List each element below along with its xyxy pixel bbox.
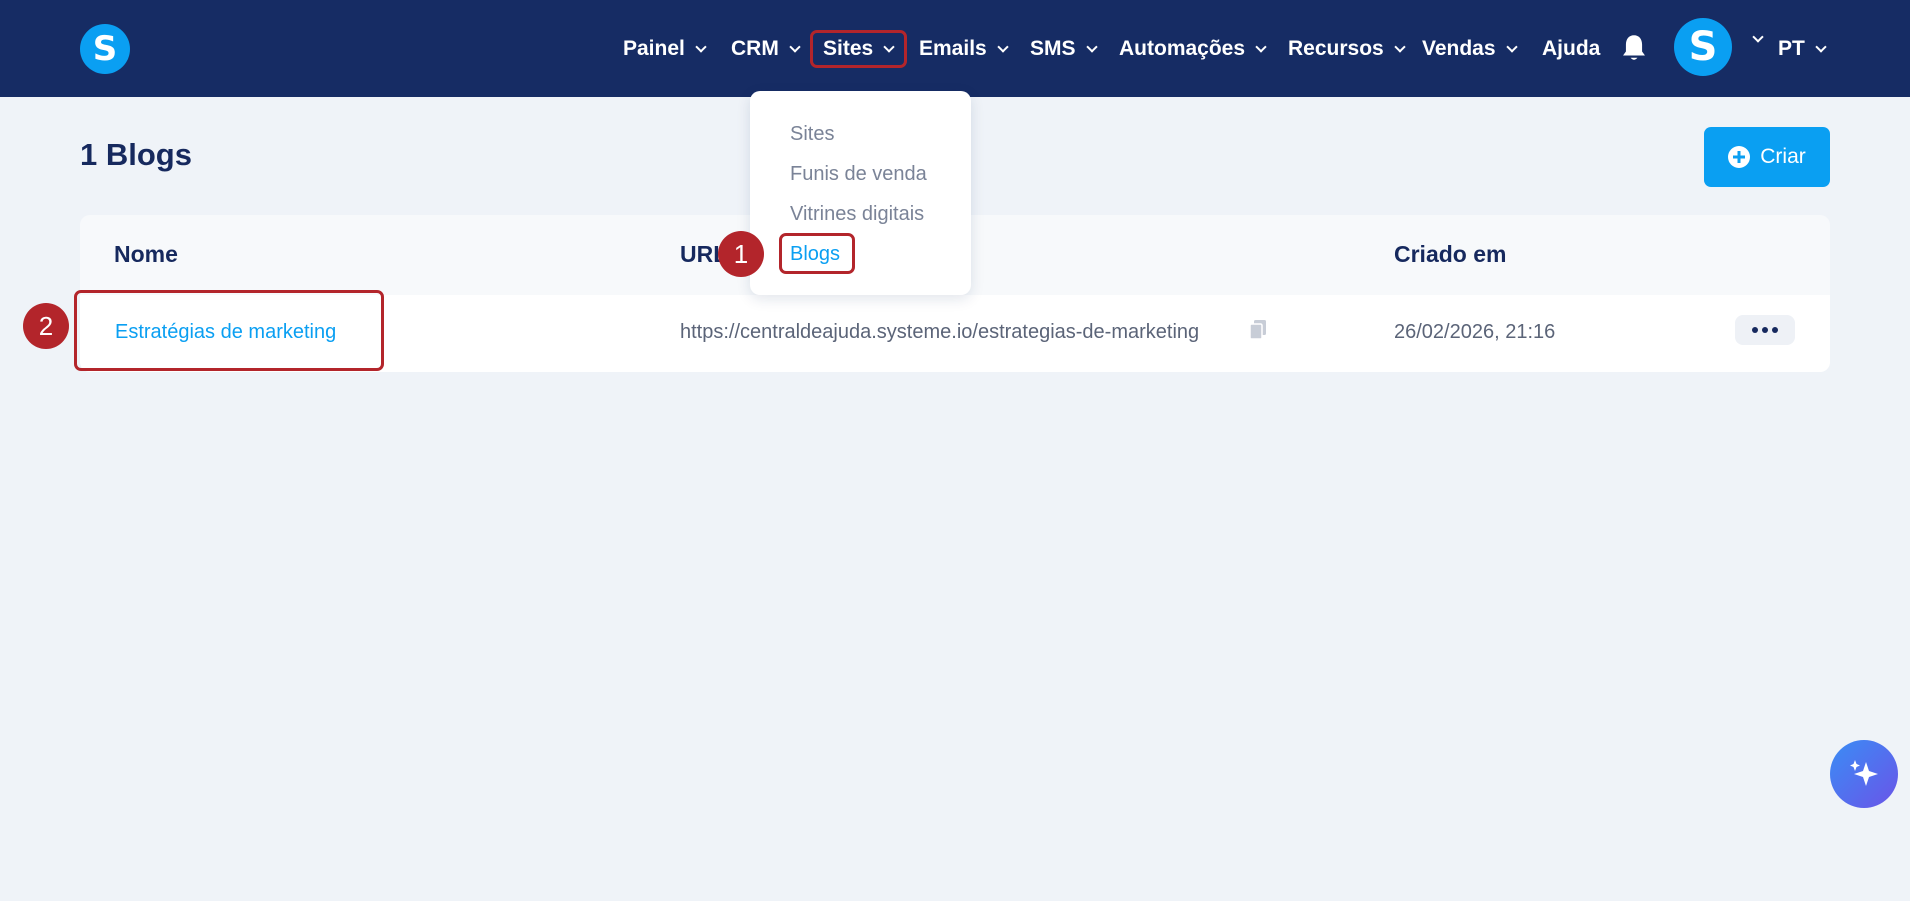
systeme-logo[interactable]: S [80, 24, 130, 74]
page-title: 1 Blogs [80, 137, 192, 172]
nav-item-painel[interactable]: Painel [623, 30, 707, 68]
chevron-down-icon [695, 40, 707, 53]
chevron-down-icon [1394, 40, 1406, 53]
more-dot [1762, 327, 1768, 333]
step-badge-1: 1 [718, 231, 764, 277]
column-header-nome: Nome [114, 241, 178, 267]
chevron-down-icon[interactable] [1752, 31, 1764, 43]
blog-created-date: 26/02/2026, 21:16 [1394, 321, 1556, 343]
nav-item-crm[interactable]: CRM [731, 30, 801, 68]
language-selector[interactable]: PT [1778, 30, 1827, 68]
chevron-down-icon [997, 40, 1009, 53]
nav-item-sites[interactable]: Sites [810, 30, 907, 68]
nav-item-label: SMS [1030, 37, 1076, 60]
top-navigation-bar: S Painel CRM Sites Emails SMS Automações… [0, 0, 1910, 97]
menu-item-funis-de-venda[interactable]: Funis de venda [790, 163, 927, 186]
more-options-button[interactable] [1735, 315, 1795, 345]
nav-item-vendas[interactable]: Vendas [1422, 30, 1518, 68]
ai-assistant-button[interactable] [1830, 740, 1898, 808]
blogs-highlight-box [779, 233, 855, 274]
plus-circle-icon [1728, 146, 1751, 168]
nav-item-label: Sites [823, 37, 874, 60]
create-button[interactable]: Criar [1704, 127, 1830, 187]
nav-item-ajuda[interactable]: Ajuda [1542, 30, 1600, 68]
nav-item-label: Painel [623, 37, 685, 60]
copy-icon[interactable] [1248, 319, 1268, 341]
chevron-down-icon [1085, 40, 1098, 53]
nav-item-recursos[interactable]: Recursos [1288, 30, 1406, 68]
menu-item-vitrines-digitais[interactable]: Vitrines digitais [790, 203, 924, 226]
nav-item-label: Emails [919, 37, 987, 60]
nav-item-label: Recursos [1288, 37, 1384, 60]
bell-icon[interactable] [1620, 33, 1648, 63]
create-button-label: Criar [1760, 145, 1806, 168]
more-dot [1752, 327, 1758, 333]
language-label: PT [1778, 37, 1805, 60]
nav-item-label: Vendas [1422, 37, 1496, 60]
chevron-down-icon [1505, 40, 1518, 53]
more-dot [1772, 327, 1778, 333]
avatar[interactable]: S [1674, 18, 1732, 76]
nav-item-automacoes[interactable]: Automações [1119, 30, 1267, 68]
nav-item-label: CRM [731, 37, 779, 60]
chevron-down-icon [883, 40, 895, 53]
chevron-down-icon [789, 40, 801, 53]
column-header-criado-em: Criado em [1394, 241, 1507, 267]
nav-item-label: Automações [1119, 37, 1246, 60]
nav-item-sms[interactable]: SMS [1030, 30, 1098, 68]
menu-item-sites[interactable]: Sites [790, 123, 834, 146]
chevron-down-icon [1255, 40, 1267, 53]
blog-name-highlight-box [74, 290, 384, 371]
nav-item-emails[interactable]: Emails [919, 30, 1009, 68]
sparkle-icon [1850, 760, 1878, 786]
step-badge-2: 2 [23, 303, 69, 349]
nav-item-label: Ajuda [1542, 37, 1601, 60]
chevron-down-icon [1815, 40, 1827, 53]
blog-url: https://centraldeajuda.systeme.io/estrat… [680, 321, 1200, 343]
